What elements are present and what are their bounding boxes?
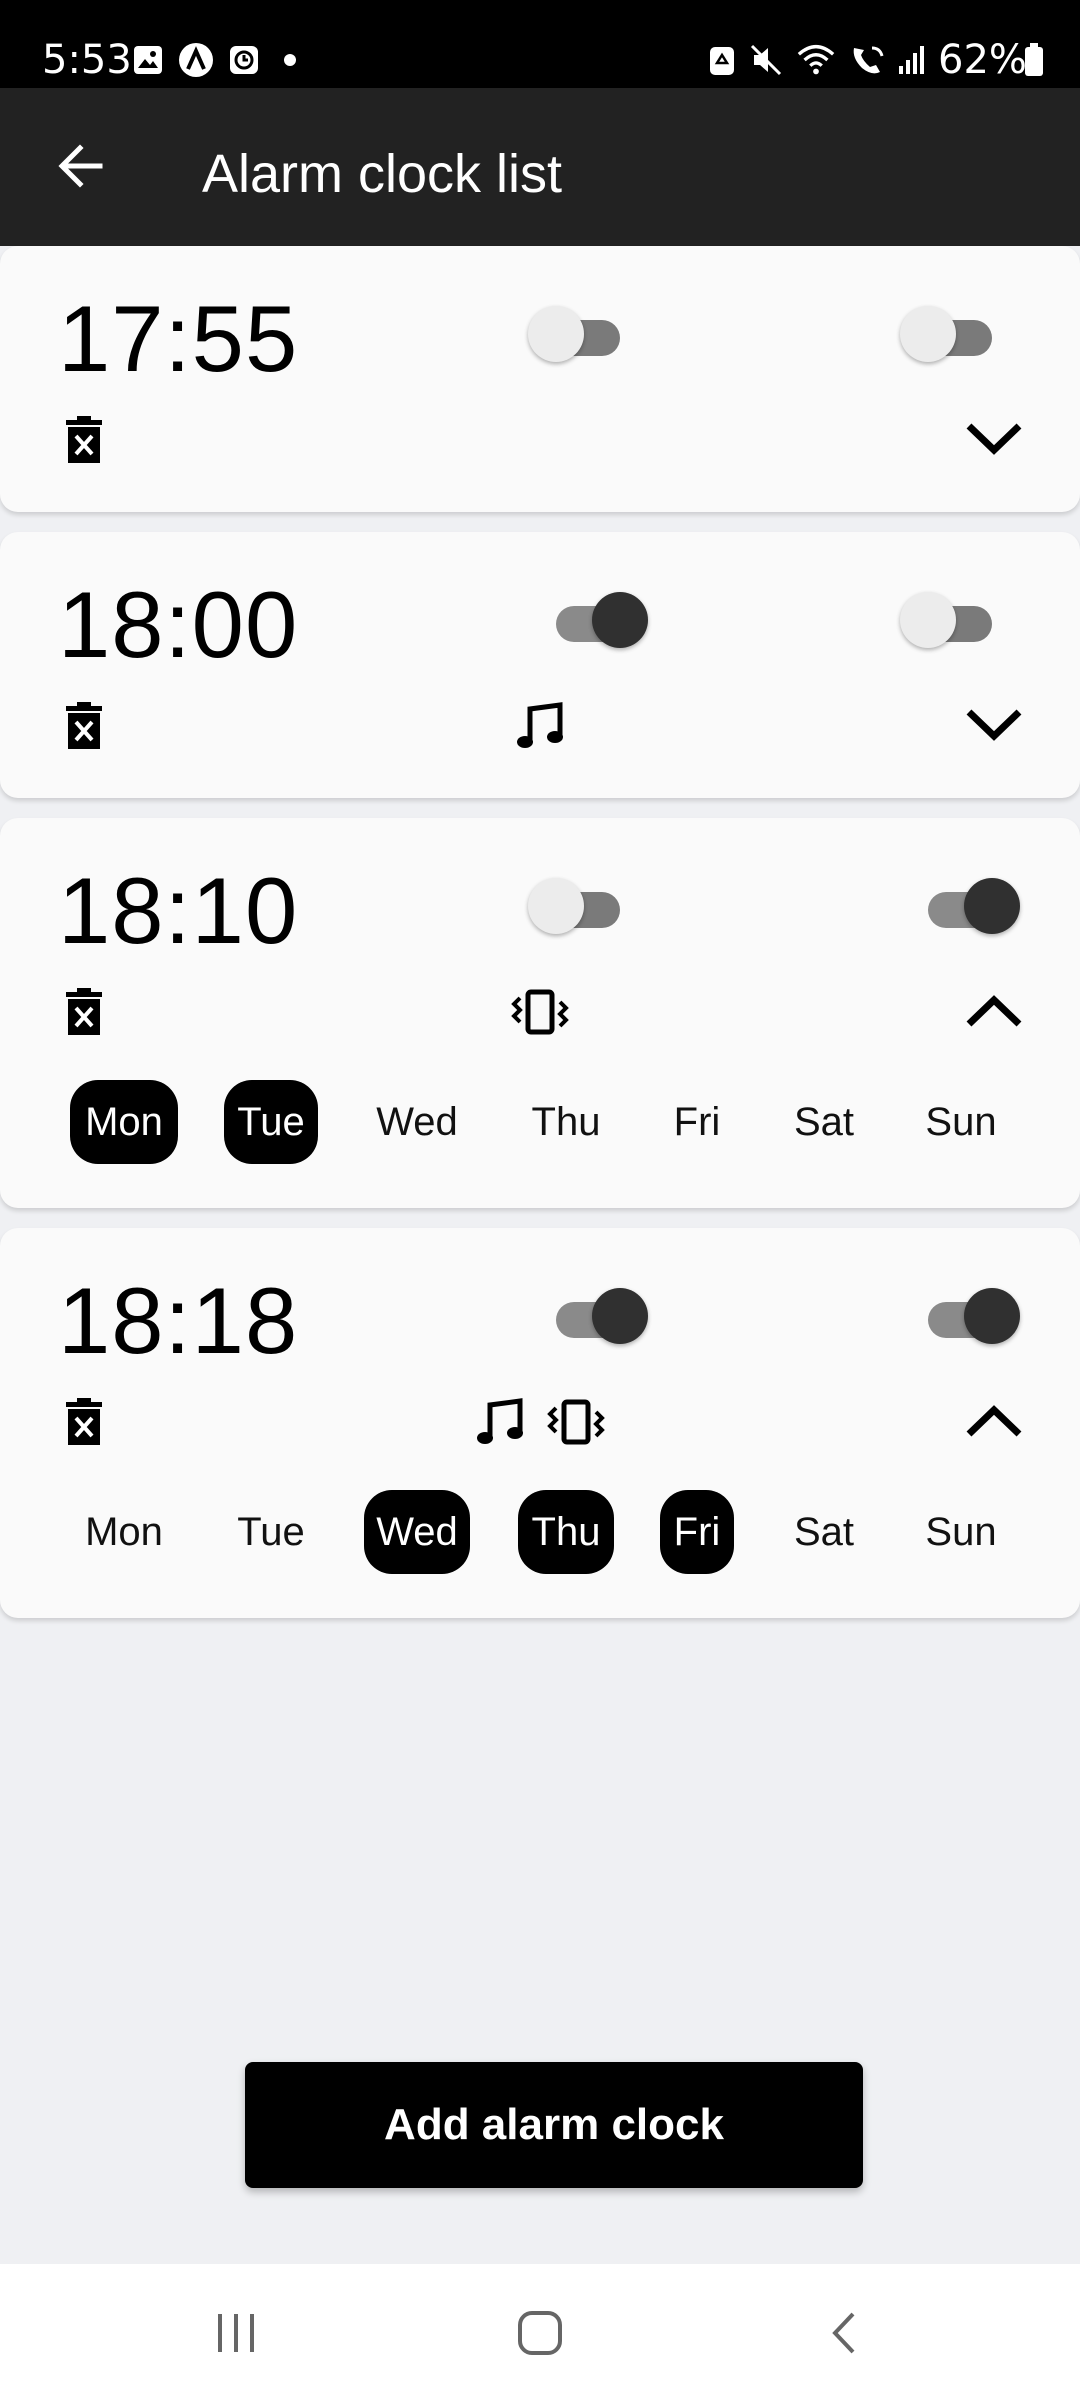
delete-icon <box>66 416 102 463</box>
alarm-toggle-b[interactable] <box>922 874 1022 938</box>
music-note-icon <box>470 1392 530 1452</box>
day-chip-wed[interactable]: Wed <box>364 1490 470 1574</box>
delete-button[interactable] <box>48 976 120 1048</box>
alarm-toggle-b[interactable] <box>922 1284 1022 1348</box>
app-bar: Alarm clock list <box>0 88 1080 246</box>
home-icon <box>518 2311 562 2355</box>
day-chip-fri[interactable]: Fri <box>660 1490 734 1574</box>
alarm-toggle-b[interactable] <box>900 302 1000 366</box>
day-chip-mon[interactable]: Mon <box>70 1490 178 1574</box>
alarm-card[interactable]: 18:00 <box>0 532 1080 798</box>
dot-icon <box>270 40 310 80</box>
weekday-selector: Mon Tue Wed Thu Fri Sat Sun <box>0 1080 1080 1164</box>
add-alarm-button[interactable]: Add alarm clock <box>245 2062 863 2188</box>
alarm-card[interactable]: 17:55 <box>0 246 1080 512</box>
recent-apps-button[interactable] <box>176 2298 296 2368</box>
vibrate-icon <box>510 982 570 1042</box>
alarm-time[interactable]: 18:00 <box>58 570 298 680</box>
alarm-time[interactable]: 17:55 <box>58 284 298 394</box>
alarm-card[interactable]: 18:18 Mon Tue Wed Thu Fri Sat Sun <box>0 1228 1080 1618</box>
day-chip-fri[interactable]: Fri <box>660 1080 734 1164</box>
day-chip-tue[interactable]: Tue <box>224 1080 318 1164</box>
day-chip-sun[interactable]: Sun <box>910 1080 1012 1164</box>
delete-icon <box>66 1398 102 1445</box>
expand-button[interactable] <box>958 402 1030 474</box>
day-chip-sat[interactable]: Sat <box>780 1490 868 1574</box>
vibrate-icon <box>546 1392 606 1452</box>
delete-button[interactable] <box>48 404 120 476</box>
alarm-toggle-a[interactable] <box>528 302 628 366</box>
collapse-button[interactable] <box>958 976 1030 1048</box>
back-button[interactable] <box>44 130 116 202</box>
music-note-icon <box>510 696 570 756</box>
delete-button[interactable] <box>48 1386 120 1458</box>
wifi-icon <box>796 40 836 80</box>
battery-icon <box>1014 40 1054 80</box>
chevron-up-icon <box>966 1405 1022 1437</box>
back-icon <box>832 2312 855 2354</box>
weekday-selector: Mon Tue Wed Thu Fri Sat Sun <box>0 1490 1080 1574</box>
alarm-card[interactable]: 18:10 Mon Tue Wed Thu Fri Sat Sun <box>0 818 1080 1208</box>
delete-icon <box>66 988 102 1035</box>
chevron-up-icon <box>966 995 1022 1027</box>
app-a-icon <box>176 40 216 80</box>
alarm-time[interactable]: 18:18 <box>58 1266 298 1376</box>
day-chip-tue[interactable]: Tue <box>224 1490 318 1574</box>
alarm-toggle-b[interactable] <box>900 588 1000 652</box>
gallery-icon <box>128 40 168 80</box>
delete-button[interactable] <box>48 690 120 762</box>
alarm-toggle-a[interactable] <box>528 874 628 938</box>
collapse-button[interactable] <box>958 1386 1030 1458</box>
app-clock-icon <box>224 40 264 80</box>
chevron-down-icon <box>966 709 1022 741</box>
day-chip-wed[interactable]: Wed <box>364 1080 470 1164</box>
alarm-time[interactable]: 18:10 <box>58 856 298 966</box>
delete-icon <box>66 702 102 749</box>
arrow-left-icon <box>58 144 103 188</box>
status-time: 5:53 <box>42 37 132 83</box>
status-bar: 5:53 62% <box>0 0 1080 88</box>
day-chip-mon[interactable]: Mon <box>70 1080 178 1164</box>
expand-button[interactable] <box>958 688 1030 760</box>
page-title: Alarm clock list <box>202 144 563 204</box>
day-chip-sun[interactable]: Sun <box>910 1490 1012 1574</box>
alarm-toggle-a[interactable] <box>550 588 650 652</box>
day-chip-sat[interactable]: Sat <box>780 1080 868 1164</box>
alarm-toggle-a[interactable] <box>550 1284 650 1348</box>
system-nav-bar <box>0 2264 1080 2400</box>
home-button[interactable] <box>480 2298 600 2368</box>
day-chip-thu[interactable]: Thu <box>518 1490 614 1574</box>
wifi-call-icon <box>848 40 888 80</box>
mute-icon <box>746 40 786 80</box>
signal-icon <box>892 40 932 80</box>
recycle-icon <box>702 40 742 80</box>
nav-back-button[interactable] <box>784 2298 904 2368</box>
day-chip-thu[interactable]: Thu <box>518 1080 614 1164</box>
chevron-down-icon <box>966 423 1022 455</box>
recent-apps-icon <box>218 2314 254 2352</box>
